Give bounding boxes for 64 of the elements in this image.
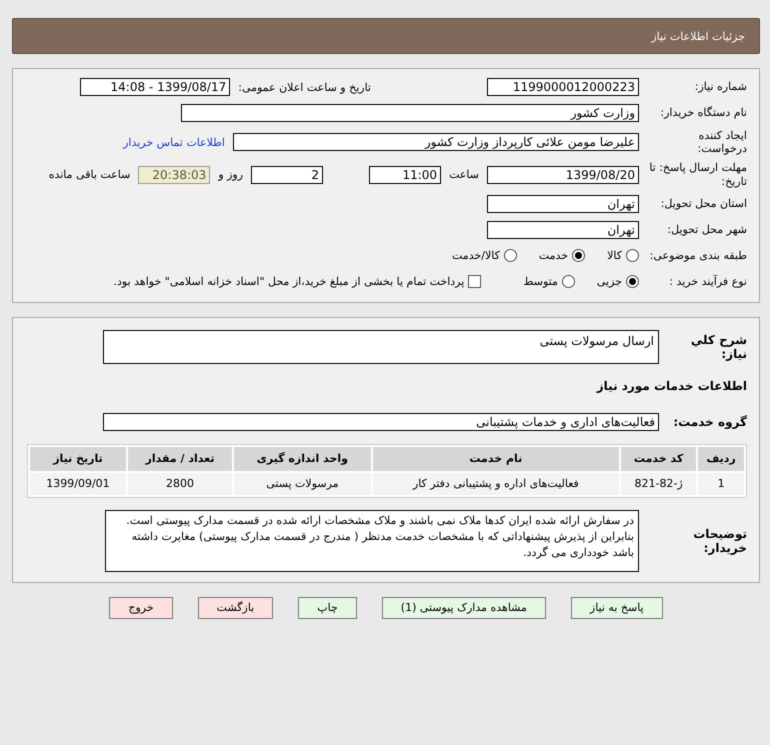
service-group-field: فعالیت‌های اداری و خدمات پشتیبانی [103, 412, 659, 431]
creator-field: علیرضا مومن علائی کارپرداز وزارت کشور [233, 133, 639, 152]
city-field: تهران [487, 220, 639, 239]
column-header: تاریخ نیاز [30, 446, 126, 471]
buyer-notes-field: در سفارش ارائه شده ایران کدها ملاک نمی باشند و ملاک مشخصات ارائه شده در قسمت مدارک پیوستی است. بنابراین از پذیرش پیشنهاداتی که با مشخصات خدمت مدنظر ( مندرج در قسمت مدارک پیوستی) مغایرت داشته باشد خودداری می گردد. [105, 510, 639, 572]
field-label: شماره نیاز: [694, 80, 747, 94]
radio-option[interactable]: کالا/خدمت [452, 249, 517, 262]
field-label: ساعت باقی مانده [48, 168, 130, 182]
field-label: نوع فرآیند خرید : [668, 275, 747, 288]
table-cell: ژ-82-821 [620, 472, 696, 495]
table-cell: 2800 [128, 472, 232, 495]
need-number-field: 1199000012000223 [487, 78, 639, 96]
column-header: تعداد / مقدار [128, 446, 232, 471]
days-field: 2 [251, 166, 324, 184]
radio-label: کالا [607, 249, 622, 262]
field-label: ساعت [449, 168, 479, 182]
field-label: تاریخ و ساعت اعلان عمومی: [238, 80, 371, 94]
action-button[interactable]: بازگشت [198, 596, 274, 619]
page-header: جزئیات اطلاعات نیاز [12, 18, 760, 54]
action-button[interactable]: خروج [109, 596, 173, 619]
field-label: توضیحات خریدار: [692, 526, 747, 555]
field-label: ایجاد کننده درخواست: [696, 129, 747, 156]
action-button[interactable]: مشاهده مدارک پیوستی (1) [382, 596, 546, 619]
field-label: شرح کلي نياز: [690, 332, 747, 361]
action-button[interactable]: چاپ [298, 596, 357, 619]
deadline-date-field: 1399/08/20 [487, 166, 639, 184]
field-label: شهر محل تحویل: [666, 223, 747, 236]
deadline-time-field: 11:00 [369, 166, 442, 184]
radio-label: متوسط [523, 275, 558, 288]
field-label: روز و [218, 168, 244, 182]
table-cell: فعالیت‌های اداره و پشتیبانی دفتر کار [372, 472, 619, 495]
radio-button[interactable] [626, 249, 639, 262]
column-header: ردیف [698, 446, 744, 471]
action-button[interactable]: پاسخ به نیاز [570, 596, 663, 619]
field-label: نام دستگاه خریدار: [659, 106, 747, 120]
column-header: واحد اندازه گیری [234, 446, 371, 471]
table-cell: 1 [698, 472, 744, 495]
radio-option[interactable]: کالا [607, 249, 639, 262]
field-label: استان محل تحویل: [660, 197, 747, 210]
radio-button[interactable] [562, 275, 575, 288]
radio-button[interactable] [572, 249, 586, 262]
radio-option[interactable]: جزیی [596, 275, 639, 288]
table-cell: مرسولات پستی [234, 472, 371, 495]
province-field: تهران [487, 194, 639, 213]
radio-label: خدمت [538, 249, 568, 262]
announce-date-field: 1399/08/17 - 14:08 [80, 78, 230, 96]
radio-option[interactable]: خدمت [538, 249, 586, 262]
remaining-time-field: 20:38:03 [138, 166, 210, 184]
section-title: اطلاعات خدمات مورد نياز [595, 378, 747, 393]
field-label: مهلت ارسال پاسخ: تا تاریخ: [648, 161, 747, 188]
column-header: نام خدمت [372, 446, 619, 471]
field-label: طبقه بندی موضوعی: [648, 249, 747, 262]
field-label: گروه خدمت: [672, 414, 747, 429]
contact-link[interactable]: اطلاعات تماس خریدار [123, 136, 225, 149]
table-cell: 1399/09/01 [30, 472, 126, 495]
radio-button[interactable] [626, 275, 639, 288]
summary-field: ارسال مرسولات پستی [103, 330, 659, 364]
buyer-field: وزارت کشور [181, 104, 639, 122]
checkbox[interactable] [468, 275, 482, 288]
column-header: کد خدمت [620, 446, 696, 471]
radio-label: کالا/خدمت [452, 249, 500, 262]
radio-label: جزیی [596, 275, 622, 288]
radio-button[interactable] [504, 249, 517, 262]
radio-option[interactable]: متوسط [523, 275, 575, 288]
